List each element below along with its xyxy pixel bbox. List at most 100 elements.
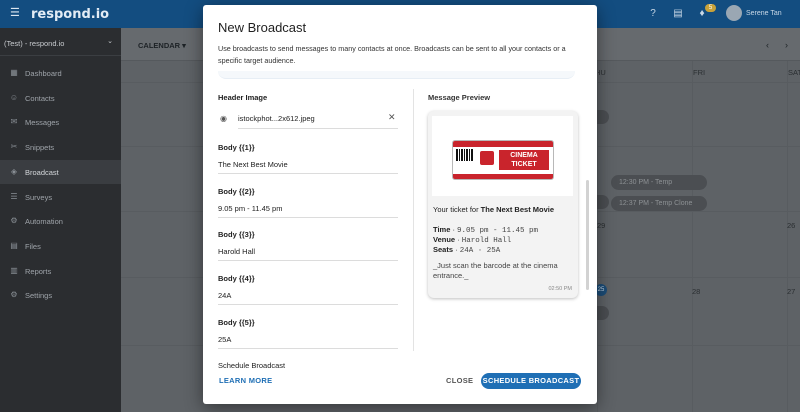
close-button[interactable]: CLOSE <box>446 376 473 385</box>
sidebar-item-settings[interactable]: ⚙ Settings <box>0 283 121 307</box>
next-icon[interactable]: › <box>785 40 788 50</box>
help-icon[interactable]: ? <box>647 8 659 20</box>
body-3-label: Body {{3}} <box>218 230 255 239</box>
grid-line <box>787 61 788 412</box>
day-header-sat: SAT <box>788 68 800 77</box>
preview-timestamp: 02:50 PM <box>548 286 572 292</box>
sidebar-item-snippets[interactable]: ✂ Snippets <box>0 135 121 159</box>
dialog-description: Use broadcasts to send messages to many … <box>218 44 566 65</box>
sidebar-item-label: Reports <box>25 266 52 276</box>
time-label: Time <box>433 225 451 234</box>
files-icon: ▤ <box>10 240 18 250</box>
intro-prefix: Your ticket for <box>433 205 481 214</box>
barcode-icon <box>456 149 474 171</box>
prev-icon[interactable]: ‹ <box>766 40 769 50</box>
day-number: 27 <box>787 287 796 296</box>
header-image-label: Header Image <box>218 93 268 102</box>
schedule-broadcast-label: Schedule Broadcast <box>218 361 286 370</box>
body-5-label: Body {{5}} <box>218 318 255 327</box>
day-number: 26 <box>787 221 796 230</box>
app-logo: respond.io <box>31 7 110 22</box>
event-stub[interactable] <box>597 195 609 209</box>
ticket-band <box>453 141 553 147</box>
news-icon[interactable]: ▤ <box>672 8 684 20</box>
reports-icon: ▥ <box>10 265 18 275</box>
workspace-name: (Test) - respond.io <box>4 39 65 48</box>
sidebar-item-label: Snippets <box>25 143 55 153</box>
body-2-input[interactable]: 9.05 pm - 11.45 pm <box>218 204 398 218</box>
sidebar-item-label: Files <box>25 241 41 251</box>
ticket-band <box>453 174 553 179</box>
sidebar-item-label: Automation <box>25 217 63 227</box>
sidebar-item-messages[interactable]: ✉ Messages <box>0 110 121 134</box>
time-value: 9.05 pm - 11.45 pm <box>457 227 539 235</box>
section-divider <box>218 71 575 79</box>
sidebar-item-label: Messages <box>25 118 60 128</box>
menu-icon[interactable]: ☰ <box>10 8 21 19</box>
sidebar-item-label: Dashboard <box>25 69 62 78</box>
preview-header-image: CINEMA TICKET <box>432 116 573 196</box>
day-header-fri: FRI <box>693 68 706 77</box>
message-preview: CINEMA TICKET Your ticket for The Next B… <box>428 111 578 298</box>
workspace-switcher[interactable]: (Test) - respond.io ⌄ <box>0 28 121 56</box>
settings-icon: ⚙ <box>10 290 18 300</box>
day-number: 28 <box>692 287 701 296</box>
calendar-event[interactable]: 12:30 PM - Temp <box>611 175 707 190</box>
preview-seats: Seats · 24A · 25A <box>433 245 501 255</box>
body-5-input[interactable]: 25A <box>218 335 398 349</box>
notification-badge: 5 <box>705 4 716 12</box>
day-number: 29 <box>597 221 606 230</box>
body-3-input[interactable]: Harold Hall <box>218 247 398 261</box>
ticket-image: CINEMA TICKET <box>452 140 554 180</box>
sidebar-item-automation[interactable]: ⚙ Automation <box>0 209 121 233</box>
sidebar-item-broadcast[interactable]: ◈ Broadcast <box>0 159 121 184</box>
event-stub[interactable] <box>597 110 609 124</box>
preview-label: Message Preview <box>428 93 491 102</box>
venue-value: Harold Hall <box>461 237 512 245</box>
contacts-icon: ☺ <box>9 92 19 102</box>
event-stub[interactable] <box>597 306 609 320</box>
sidebar: (Test) - respond.io ⌄ ▦ Dashboard ☺ Contact… <box>0 28 121 412</box>
broadcast-icon: ◈ <box>10 166 18 176</box>
venue-label: Venue <box>433 235 456 244</box>
sidebar-item-dashboard[interactable]: ▦ Dashboard <box>0 61 121 85</box>
body-1-label: Body {{1}} <box>218 143 255 152</box>
automation-icon: ⚙ <box>10 216 18 226</box>
messages-icon: ✉ <box>10 117 18 127</box>
camera-icon[interactable]: ◉ <box>220 114 231 123</box>
body-2-label: Body {{2}} <box>218 187 255 196</box>
sidebar-item-files[interactable]: ▤ Files <box>0 234 121 258</box>
intro-movie: The Next Best Movie <box>480 205 555 214</box>
seats-value: 24A · 25A <box>459 247 501 255</box>
column-divider <box>413 89 414 351</box>
calendar-view-select[interactable]: CALENDAR ▾ <box>138 41 186 50</box>
grid-line <box>692 61 693 412</box>
snippets-icon: ✂ <box>10 142 18 152</box>
app-window: ☰ respond.io ? ▤ ♦ 5 Serene Tan (Test) -… <box>0 0 800 412</box>
new-broadcast-dialog: New Broadcast Use broadcasts to send mes… <box>203 5 597 404</box>
user-name[interactable]: Serene Tan <box>746 10 782 17</box>
sidebar-item-surveys[interactable]: ☰ Surveys <box>0 185 121 209</box>
body-4-input[interactable]: 24A <box>218 291 398 305</box>
scrollbar[interactable] <box>586 180 589 290</box>
body-1-input[interactable]: The Next Best Movie <box>218 160 398 174</box>
schedule-broadcast-button[interactable]: SCHEDULE BROADCAST <box>481 373 581 389</box>
sidebar-item-label: Broadcast <box>25 167 59 177</box>
sidebar-item-reports[interactable]: ▥ Reports <box>0 259 121 283</box>
calendar-view-label: CALENDAR <box>138 41 181 50</box>
learn-more-link[interactable]: LEARN MORE <box>219 376 272 385</box>
film-camera-icon <box>480 151 494 165</box>
sidebar-item-label: Contacts <box>25 93 55 103</box>
clear-image-icon[interactable]: ✕ <box>388 112 396 123</box>
grid-icon: ▦ <box>10 68 18 77</box>
preview-footer: _Just scan the barcode at the cinema ent… <box>433 261 558 280</box>
sidebar-item-label: Surveys <box>25 192 53 202</box>
calendar-event[interactable]: 12:37 PM - Temp Clone <box>611 196 707 211</box>
surveys-icon: ☰ <box>10 191 18 201</box>
sidebar-item-contacts[interactable]: ☺ Contacts <box>0 86 121 110</box>
seats-label: Seats <box>433 245 454 254</box>
ticket-title: CINEMA TICKET <box>499 150 549 170</box>
sidebar-item-label: Settings <box>25 291 53 301</box>
avatar[interactable] <box>726 5 742 21</box>
header-image-file[interactable]: istockphot...2x612.jpeg <box>238 114 398 129</box>
